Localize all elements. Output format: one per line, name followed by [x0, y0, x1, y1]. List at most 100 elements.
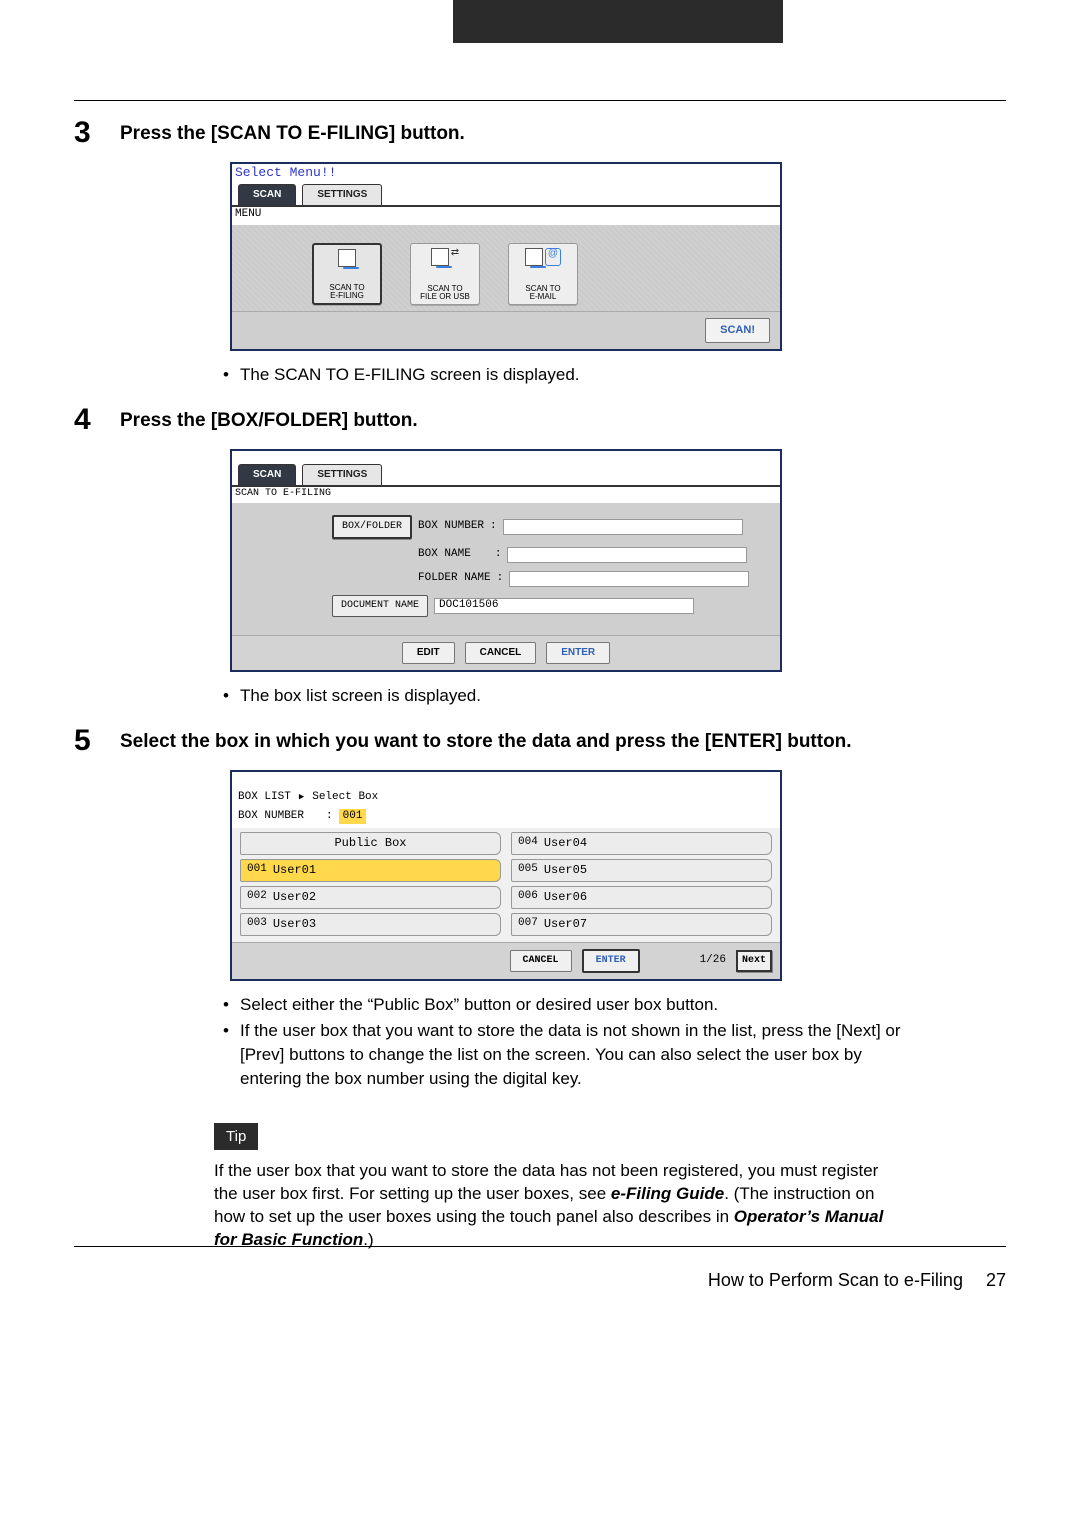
box-name-field[interactable]	[507, 547, 747, 563]
scan-action-button[interactable]: SCAN!	[705, 318, 770, 343]
box-number-label: BOX NUMBER	[238, 809, 304, 824]
document-name-field[interactable]: DOC101506	[434, 598, 694, 614]
list-item-label: User03	[273, 916, 316, 933]
box-folder-button[interactable]: BOX/FOLDER	[332, 515, 412, 539]
scan-to-efiling-button[interactable]: SCAN TO E-FILING	[312, 243, 382, 305]
screen-scan-menu: Select Menu!! SCAN SETTINGS MENU SCAN TO…	[230, 162, 782, 351]
step3-bullet-1: The SCAN TO E-FILING screen is displayed…	[240, 363, 904, 387]
cancel-button[interactable]: CANCEL	[510, 950, 572, 972]
box-number-field[interactable]	[503, 519, 743, 535]
list-item-label: User02	[273, 889, 316, 906]
box-name-label: BOX NAME	[418, 547, 471, 562]
bullet-icon: •	[220, 684, 232, 708]
bottom-rule	[74, 1246, 1006, 1247]
edit-button[interactable]: EDIT	[402, 642, 455, 664]
breadcrumb-root: BOX LIST	[238, 790, 291, 805]
screen2-body: BOX/FOLDER BOX NUMBER : BOX NAME : FOLDE…	[232, 503, 780, 635]
footer-page-number: 27	[986, 1270, 1006, 1290]
screen-box-list: BOX LIST ▶ Select Box BOX NUMBER : 001 P…	[230, 770, 782, 981]
bullet-icon: •	[220, 363, 232, 387]
folder-name-field[interactable]	[509, 571, 749, 587]
step5-bullet-2: If the user box that you want to store t…	[240, 1019, 904, 1090]
scan-to-efiling-l2: E-FILING	[330, 292, 364, 300]
list-item[interactable]: 005User05	[511, 859, 772, 882]
tip-text: If the user box that you want to store t…	[214, 1160, 904, 1252]
list-item[interactable]: 002 User02	[240, 886, 501, 909]
step5-bullets: • Select either the “Public Box” button …	[220, 993, 904, 1091]
bullet-icon: •	[220, 993, 232, 1017]
screen3-footer: CANCEL ENTER 1/26 Next	[232, 942, 780, 979]
list-item-index: 006	[518, 889, 538, 906]
list-item[interactable]: 004 User04	[511, 832, 772, 855]
tab-settings[interactable]: SETTINGS	[302, 184, 382, 205]
arrows-icon: ⇄	[451, 248, 459, 266]
doc-icon	[525, 248, 543, 266]
header-black-bar	[453, 0, 783, 43]
tab-scan[interactable]: SCAN	[238, 184, 296, 205]
next-button[interactable]: Next	[736, 950, 772, 972]
list-item-index: 004	[518, 835, 538, 852]
screen-scan-to-efiling: SCAN SETTINGS SCAN TO E-FILING BOX/FOLDE…	[230, 449, 782, 672]
step-5-number: 5	[74, 726, 120, 756]
step-4: 4 Press the [BOX/FOLDER] button.	[74, 405, 904, 435]
box-number-value: 001	[339, 809, 367, 824]
list-item-label: User05	[544, 862, 587, 879]
list-item-label: User01	[273, 862, 316, 879]
folder-name-label: FOLDER NAME	[418, 571, 491, 586]
colon: :	[490, 519, 497, 534]
screen2-tabbar: SCAN SETTINGS	[232, 465, 780, 487]
step-3-title: Press the [SCAN TO E-FILING] button.	[120, 118, 465, 148]
screen1-body: SCAN TO E-FILING ⇄ SCAN TO FILE OR USB @…	[232, 225, 780, 311]
doc-icon	[431, 248, 449, 266]
enter-button[interactable]: ENTER	[546, 642, 610, 664]
step5-bullet-1: Select either the “Public Box” button or…	[240, 993, 904, 1017]
screen1-title: Select Menu!!	[232, 164, 780, 185]
scan-to-email-l2: E-MAIL	[530, 293, 557, 301]
tip-badge: Tip	[214, 1123, 258, 1150]
breadcrumb-current: Select Box	[312, 790, 378, 805]
list-item[interactable]: 003 User03	[240, 913, 501, 936]
chevron-right-icon: ▶	[299, 791, 304, 804]
page-indicator: 1/26	[700, 953, 726, 968]
step-3: 3 Press the [SCAN TO E-FILING] button.	[74, 118, 904, 148]
scan-to-file-l2: FILE OR USB	[420, 293, 470, 301]
box-number-label: BOX NUMBER	[418, 519, 484, 534]
step4-bullet-1: The box list screen is displayed.	[240, 684, 904, 708]
step3-bullets: • The SCAN TO E-FILING screen is display…	[220, 363, 904, 387]
screen2-subtitle: SCAN TO E-FILING	[232, 487, 780, 503]
step-4-title: Press the [BOX/FOLDER] button.	[120, 405, 418, 435]
list-item[interactable]: 001 User01	[240, 859, 501, 882]
screen2-footer: EDIT CANCEL ENTER	[232, 635, 780, 670]
document-name-button[interactable]: DOCUMENT NAME	[332, 595, 428, 617]
colon: :	[495, 547, 502, 562]
box-list: Public Box 001 User01 002 User02 003 User03 00…	[232, 828, 780, 941]
page-content: 3 Press the [SCAN TO E-FILING] button. S…	[74, 118, 904, 1251]
list-item-index: 002	[247, 889, 267, 906]
step4-bullets: • The box list screen is displayed.	[220, 684, 904, 708]
colon: :	[326, 809, 333, 824]
list-item-label: User07	[544, 916, 587, 933]
tab-settings[interactable]: SETTINGS	[302, 464, 382, 485]
list-item-index: 003	[247, 916, 267, 933]
list-item-index: 001	[247, 862, 267, 879]
at-icon: @	[545, 248, 561, 266]
tip-em-1: e-Filing Guide	[611, 1184, 724, 1203]
list-item[interactable]: 007 User07	[511, 913, 772, 936]
list-item-label: Public Box	[334, 835, 406, 852]
doc-icon	[338, 249, 356, 267]
list-item-label: User04	[544, 835, 587, 852]
top-rule	[74, 100, 1006, 101]
cancel-button[interactable]: CANCEL	[465, 642, 537, 664]
scan-to-file-usb-button[interactable]: ⇄ SCAN TO FILE OR USB	[410, 243, 480, 305]
step-5: 5 Select the box in which you want to st…	[74, 726, 904, 756]
enter-button[interactable]: ENTER	[582, 949, 640, 973]
list-item[interactable]: 006User06	[511, 886, 772, 909]
page-footer: How to Perform Scan to e-Filing 27	[74, 1268, 1006, 1293]
tab-scan[interactable]: SCAN	[238, 464, 296, 485]
scan-to-email-button[interactable]: @ SCAN TO E-MAIL	[508, 243, 578, 305]
screen1-tabbar: SCAN SETTINGS	[232, 185, 780, 207]
list-item[interactable]: Public Box	[240, 832, 501, 855]
step-3-number: 3	[74, 118, 120, 148]
list-item-index: 007	[518, 916, 538, 933]
screen1-menu-label: MENU	[232, 207, 780, 224]
